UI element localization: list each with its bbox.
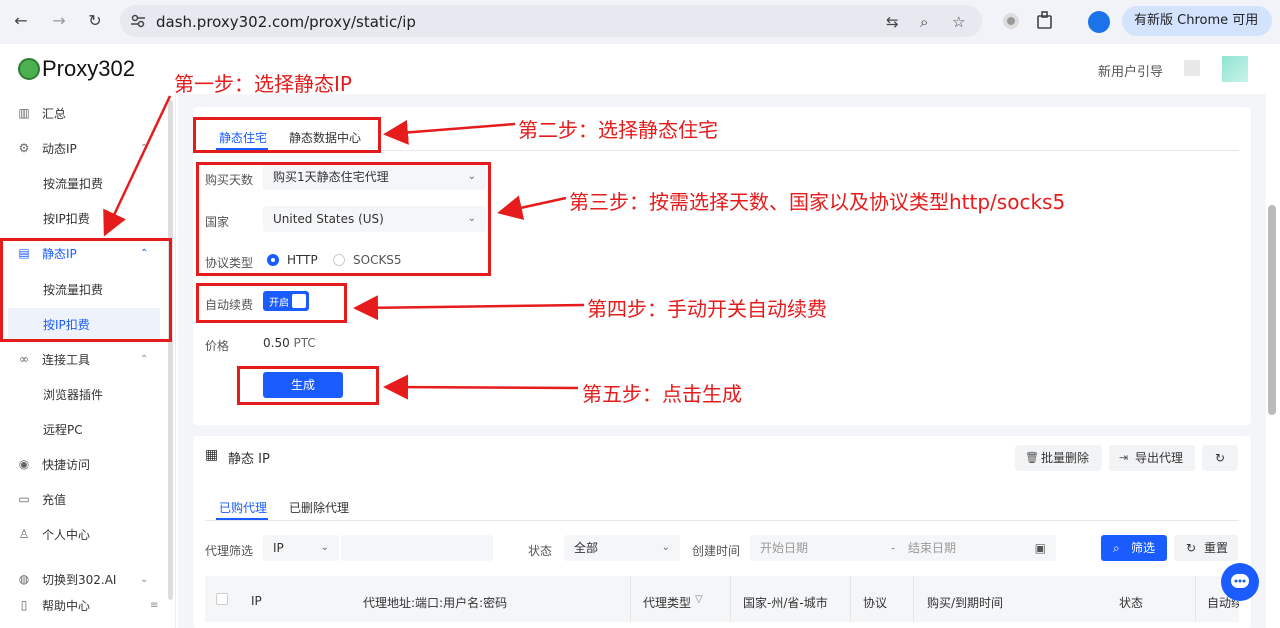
- browser-toolbar: ← → ↻ dash.proxy302.com/proxy/static/ip …: [0, 0, 1280, 58]
- url-text[interactable]: dash.proxy302.com/proxy/static/ip: [156, 13, 416, 31]
- chrome-icon: ◉: [18, 457, 30, 471]
- table-icon: ▦: [205, 447, 219, 463]
- collapse-menu-icon[interactable]: ≡: [150, 600, 158, 611]
- translate-icon[interactable]: ⇆: [886, 13, 899, 31]
- sidebar-item-browser-plugin[interactable]: 浏览器插件: [0, 378, 170, 410]
- filter-button[interactable]: ⌕ 筛选: [1101, 535, 1167, 561]
- globe-icon: ◍: [18, 572, 30, 586]
- annotation-step4: 第四步：手动开关自动续费: [587, 297, 827, 321]
- chevron-down-icon: ⌄: [140, 573, 149, 585]
- proxy-filter-type-select[interactable]: IP ⌄: [263, 535, 339, 561]
- proxy-filter-input[interactable]: [341, 535, 493, 561]
- chat-bubble-icon: [1231, 574, 1249, 588]
- chat-support-button[interactable]: [1221, 563, 1259, 601]
- address-bar[interactable]: dash.proxy302.com/proxy/static/ip ⇆ ⌕ ☆: [120, 5, 982, 37]
- column-purchase-expiry: 购买/到期时间: [927, 596, 1004, 610]
- table-header: IP 代理地址:端口:用户名:密码 代理类型 ▽ 国家-州/省-城市 协议 购买…: [205, 576, 1239, 622]
- sidebar-scrollbar[interactable]: [168, 100, 173, 600]
- bookmark-star-icon[interactable]: ☆: [952, 13, 965, 31]
- sidebar-item-dynamic-ip[interactable]: ⚙ 动态IP ⌃: [0, 132, 170, 164]
- sidebar-item-dynamic-traffic[interactable]: 按流量扣费: [0, 167, 170, 199]
- logo[interactable]: Proxy302: [18, 56, 135, 82]
- status-select[interactable]: 全部 ⌄: [564, 535, 680, 561]
- page-scrollbar[interactable]: [1268, 205, 1276, 415]
- logo-text: Proxy302: [42, 56, 135, 81]
- tab-divider: [205, 520, 1239, 521]
- annotation-step3: 第三步：按需选择天数、国家以及协议类型http/socks5: [569, 190, 1066, 214]
- column-protocol: 协议: [863, 596, 888, 610]
- filter-funnel-icon[interactable]: ▽: [695, 594, 703, 605]
- created-time-label: 创建时间: [692, 544, 741, 558]
- chevron-up-icon: ⌃: [140, 353, 149, 365]
- user-avatar[interactable]: [1222, 56, 1248, 82]
- status-label: 状态: [528, 544, 553, 558]
- sidebar-item-quick-access[interactable]: ◉ 快捷访问: [0, 448, 170, 480]
- annotation-step1: 第一步：选择静态IP: [174, 72, 352, 96]
- export-proxy-button[interactable]: ⇥ 导出代理: [1109, 445, 1195, 471]
- extensions-puzzle-icon[interactable]: [1034, 10, 1056, 32]
- highlight-auto-renew: [196, 283, 347, 323]
- wallet-icon: ▭: [18, 492, 30, 506]
- annotation-step2: 第二步：选择静态住宅: [518, 118, 718, 142]
- price-label: 价格: [205, 339, 230, 353]
- column-status: 状态: [1119, 596, 1144, 610]
- calendar-icon: ▣: [1034, 541, 1046, 555]
- notification-icon[interactable]: [1184, 60, 1200, 76]
- book-icon: ▯: [20, 598, 28, 612]
- sidebar-item-connection-tools[interactable]: ∞ 连接工具 ⌃: [0, 343, 170, 375]
- tab-deleted-proxies[interactable]: 已删除代理: [289, 499, 349, 516]
- highlight-static-ip: [0, 238, 172, 342]
- new-user-guide-link[interactable]: 新用户引导: [1098, 61, 1163, 80]
- gear-icon: ⚙: [18, 141, 30, 155]
- site-settings-icon[interactable]: [130, 13, 146, 29]
- sidebar-item-profile[interactable]: ♙ 个人中心: [0, 518, 170, 550]
- column-ip: IP: [251, 594, 262, 608]
- reset-button[interactable]: ↻ 重置: [1174, 535, 1238, 561]
- user-icon: ♙: [18, 527, 30, 541]
- forward-arrow-icon[interactable]: →: [48, 10, 70, 32]
- sidebar-item-help[interactable]: ▯ 帮助中心 ≡: [0, 589, 170, 621]
- batch-delete-button[interactable]: 🗑 批量删除: [1015, 445, 1102, 471]
- sidebar-item-recharge[interactable]: ▭ 充值: [0, 483, 170, 515]
- sidebar-item-remote-pc[interactable]: 远程PC: [0, 413, 170, 445]
- back-arrow-icon[interactable]: ←: [10, 10, 32, 32]
- tab-purchased-proxies[interactable]: 已购代理: [219, 499, 267, 516]
- column-region: 国家-州/省-城市: [743, 596, 828, 610]
- refresh-button[interactable]: ↻: [1202, 445, 1238, 471]
- chevron-up-icon: ⌃: [140, 142, 149, 154]
- proxy-filter-label: 代理筛选: [205, 544, 254, 558]
- chevron-down-icon: ⌄: [320, 542, 329, 553]
- column-proxy-address: 代理地址:端口:用户名:密码: [363, 596, 508, 610]
- chrome-update-button[interactable]: 有新版 Chrome 可用 ⋮: [1122, 6, 1272, 58]
- zoom-icon[interactable]: ⌕: [920, 13, 928, 31]
- highlight-options: [196, 162, 491, 276]
- price-value: 0.50 PTC: [263, 336, 316, 350]
- search-icon: ⌕: [1113, 541, 1120, 555]
- sidebar-item-dynamic-per-ip[interactable]: 按IP扣费: [0, 202, 170, 234]
- column-proxy-type: 代理类型: [643, 596, 692, 610]
- refresh-icon: ↻: [1214, 451, 1226, 465]
- highlight-static-residential: [193, 117, 381, 153]
- highlight-generate: [237, 366, 379, 405]
- profile-avatar[interactable]: [1088, 11, 1110, 33]
- date-range-picker[interactable]: 开始日期 - 结束日期 ▣: [750, 535, 1056, 561]
- sidebar-item-summary[interactable]: ▥ 汇总: [0, 97, 170, 129]
- chevron-down-icon: ⌄: [661, 542, 670, 553]
- reload-icon[interactable]: ↻: [84, 10, 106, 32]
- trash-icon: 🗑: [1025, 451, 1039, 464]
- logo-mark-icon: [18, 58, 40, 80]
- export-icon: ⇥: [1119, 451, 1129, 464]
- chart-bars-icon: ▥: [18, 106, 30, 120]
- extension-logo-icon[interactable]: [1000, 10, 1022, 32]
- select-all-checkbox[interactable]: [216, 593, 228, 605]
- link-icon: ∞: [19, 352, 29, 366]
- refresh-icon: ↻: [1186, 541, 1197, 555]
- annotation-step5: 第五步：点击生成: [582, 382, 742, 406]
- list-title: 静态 IP: [228, 452, 270, 467]
